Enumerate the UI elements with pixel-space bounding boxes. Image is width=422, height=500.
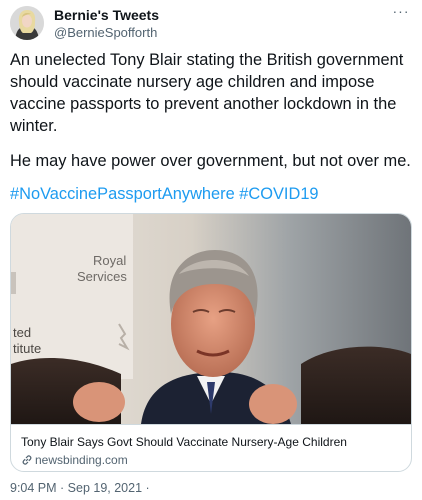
tweet-line: vaccine passports to prevent another loc…	[10, 95, 397, 113]
hashtags: #NoVaccinePassportAnywhere #COVID19	[10, 183, 319, 205]
hashtag-link[interactable]: #NoVaccinePassportAnywhere	[10, 185, 235, 203]
tweet-line: An unelected Tony Blair stating the Brit…	[10, 51, 404, 69]
sign-text: ted	[13, 325, 31, 340]
card-meta[interactable]: Tony Blair Says Govt Should Vaccinate Nu…	[11, 424, 411, 471]
tweet-line: should vaccinate nursery age children an…	[10, 73, 375, 91]
card-image[interactable]: Royal Services ted titute	[11, 214, 411, 424]
sign-text: Services	[77, 269, 127, 284]
avatar-image	[10, 6, 44, 40]
hashtag-link[interactable]: #COVID19	[239, 185, 318, 203]
tweet-line: winter.	[10, 117, 58, 135]
tony-blair-photo: Royal Services ted titute	[11, 214, 411, 424]
link-preview-card[interactable]: Royal Services ted titute Tony Blair Say…	[10, 213, 412, 472]
card-title[interactable]: Tony Blair Says Govt Should Vaccinate Nu…	[21, 435, 401, 450]
link-icon	[22, 455, 32, 465]
tweet-timestamp[interactable]: 9:04 PM · Sep 19, 2021 ·	[10, 481, 150, 495]
sign-text: titute	[13, 341, 41, 356]
author-handle[interactable]: @BernieSpofforth	[54, 24, 159, 41]
tweet-paragraph: He may have power over government, but n…	[10, 152, 411, 170]
card-domain[interactable]: newsbinding.com	[21, 453, 401, 468]
avatar[interactable]	[10, 6, 44, 40]
more-options-icon[interactable]: ···	[390, 4, 412, 20]
tweet-text: An unelected Tony Blair stating the Brit…	[10, 49, 412, 203]
sign-text: Royal	[93, 253, 126, 268]
author-names: Bernie's Tweets @BernieSpofforth	[54, 7, 159, 41]
display-name[interactable]: Bernie's Tweets	[54, 7, 159, 24]
card-domain-text: newsbinding.com	[35, 453, 128, 467]
tweet-header: Bernie's Tweets @BernieSpofforth ···	[10, 4, 412, 41]
